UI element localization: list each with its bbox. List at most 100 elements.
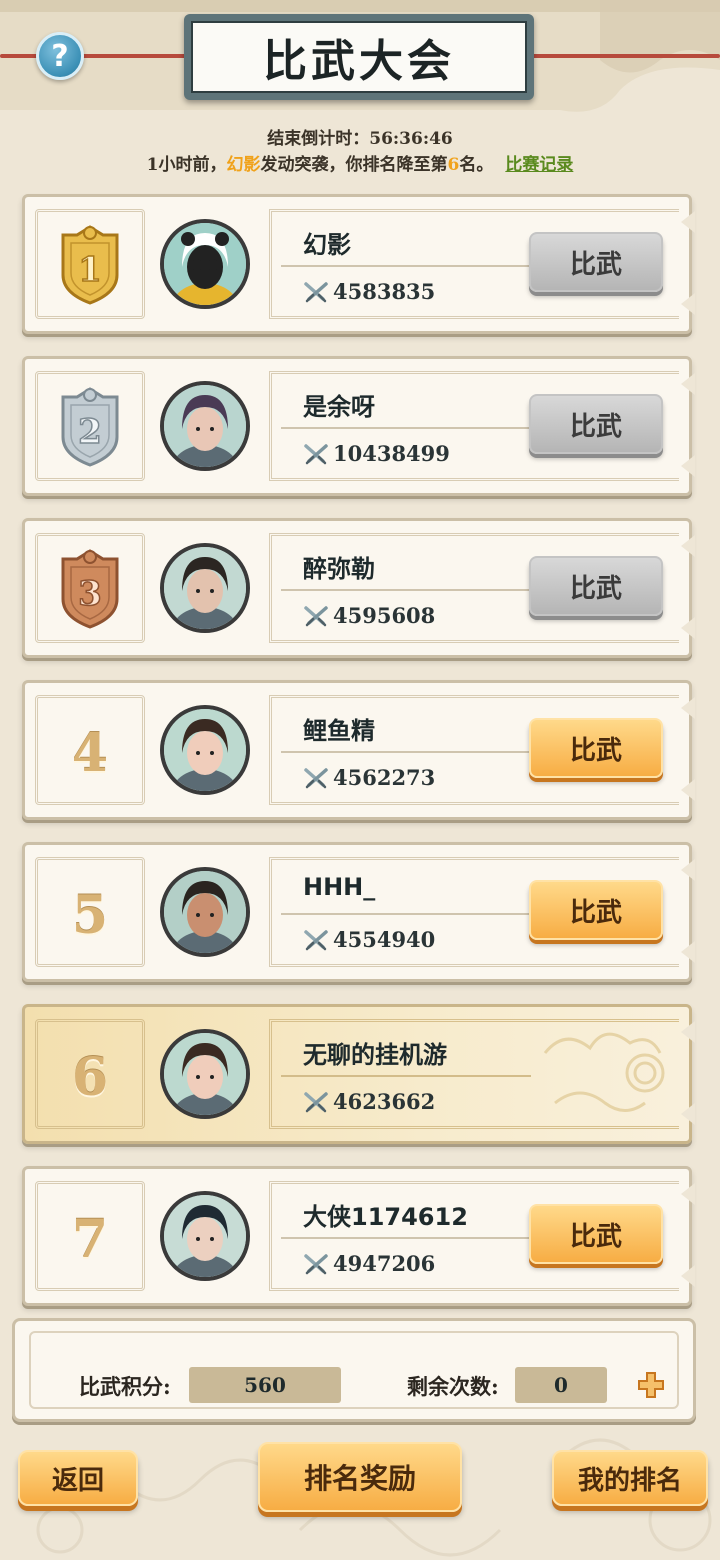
medal-icon: 2 [61,387,119,467]
challenge-button[interactable]: 比武 [529,1204,663,1264]
rank-number: 7 [71,1208,109,1270]
rank-row[interactable]: 6 无聊的挂机游 4623662 [22,1004,695,1144]
player-name: 大侠1174612 [303,1203,468,1231]
match-record-link[interactable]: 比赛记录 [505,155,573,175]
player-avatar[interactable] [160,705,250,795]
player-name: HHH_ [303,873,376,901]
medal-icon: 1 [61,225,119,305]
rank-row[interactable]: 7 大侠1174612 4947206 比武 [22,1166,695,1306]
sword-power-icon [304,929,328,950]
card-notch [681,941,695,963]
my-rank-button[interactable]: 我的排名 [552,1450,708,1506]
rank-number: 5 [71,884,109,946]
avatar-image [164,709,246,791]
player-name: 醉弥勒 [303,555,375,583]
sword-power-icon [304,1091,328,1112]
score-panel: 比武积分: 560 剩余次数: 0 [12,1318,696,1422]
row-divider [281,1075,531,1077]
card-notch [681,373,695,395]
challenge-button[interactable]: 比武 [529,718,663,778]
combat-power: 4595608 [303,603,435,628]
rank-row[interactable]: 2 是余呀 10438499 比武 [22,356,695,496]
challenge-button[interactable]: 比武 [529,394,663,454]
player-name: 鲤鱼精 [303,717,375,745]
medal-icon: 3 [61,549,119,629]
back-button[interactable]: 返回 [18,1450,138,1506]
rope-right [528,54,720,58]
card-notch [681,1183,695,1205]
power-value: 4623662 [333,1089,436,1114]
remaining-value: 0 [515,1367,607,1403]
card-notch [681,535,695,557]
points-value: 560 [189,1367,341,1403]
card-notch [681,1265,695,1287]
player-avatar[interactable] [160,219,250,309]
plus-icon[interactable] [637,1371,665,1399]
rank-number: 6 [71,1046,109,1108]
avatar-image [164,547,246,629]
power-value: 4947206 [333,1251,436,1276]
card-notch [681,859,695,881]
score-panel-inner: 比武积分: 560 剩余次数: 0 [29,1331,679,1409]
challenge-button[interactable]: 比武 [529,556,663,616]
medal-rank-text: 3 [78,574,102,614]
card-notch [681,211,695,233]
player-avatar[interactable] [160,1191,250,1281]
medal-rank-text: 2 [78,412,102,452]
power-value: 4583835 [333,279,436,304]
row-divider [281,751,531,753]
sword-power-icon [304,767,328,788]
sword-power-icon [304,1253,328,1274]
avatar-image [164,871,246,953]
rope-left [0,54,190,58]
page-title: 比武大会 [191,21,527,93]
rank-row[interactable]: 4 鲤鱼精 4562273 比武 [22,680,695,820]
top-header: ? 比武大会 [0,0,720,118]
row-divider [281,589,531,591]
card-notch [681,293,695,315]
rank-rewards-button[interactable]: 排名奖励 [258,1442,462,1512]
rank-row[interactable]: 5 HHH_ 4554940 比武 [22,842,695,982]
avatar-image [164,1033,246,1115]
row-divider [281,913,531,915]
combat-power: 10438499 [303,441,450,466]
medal-rank-text: 1 [78,250,102,290]
player-avatar[interactable] [160,543,250,633]
avatar-image [164,1195,246,1277]
avatar-image [164,223,246,305]
rank-row[interactable]: 3 醉弥勒 4595608 比武 [22,518,695,658]
title-plaque: 比武大会 [184,14,534,100]
notice-middle: 发动突袭，你排名降至第 [260,155,448,175]
player-name: 是余呀 [303,393,375,421]
combat-power: 4947206 [303,1251,435,1276]
player-name: 幻影 [303,231,351,259]
card-notch [681,617,695,639]
row-divider [281,427,531,429]
combat-power: 4554940 [303,927,435,952]
avatar-image [164,385,246,467]
combat-power: 4623662 [303,1089,435,1114]
player-avatar[interactable] [160,867,250,957]
sword-power-icon [304,281,328,302]
challenge-button[interactable]: 比武 [529,232,663,292]
rank-row[interactable]: 1 幻影 4583835 比武 [22,194,695,334]
power-value: 4595608 [333,603,436,628]
help-icon[interactable]: ? [36,32,84,80]
notice-suffix: 名。 [459,155,494,175]
countdown-timer: 结束倒计时：56:36:46 [267,129,453,149]
sword-power-icon [304,605,328,626]
player-avatar[interactable] [160,381,250,471]
cloud-decoration [543,1032,665,1112]
challenge-button[interactable]: 比武 [529,880,663,940]
points-label: 比武积分: [79,1374,171,1399]
power-value: 4554940 [333,927,436,952]
combat-power: 4562273 [303,765,435,790]
card-notch [681,697,695,719]
row-divider [281,1237,531,1239]
card-notch [681,779,695,801]
raid-notice: 1小时前，幻影发动突袭，你排名降至第6名。 比赛记录 [0,150,720,175]
power-value: 10438499 [333,441,450,466]
notice-rank: 6 [447,155,460,175]
player-avatar[interactable] [160,1029,250,1119]
sword-power-icon [304,443,328,464]
